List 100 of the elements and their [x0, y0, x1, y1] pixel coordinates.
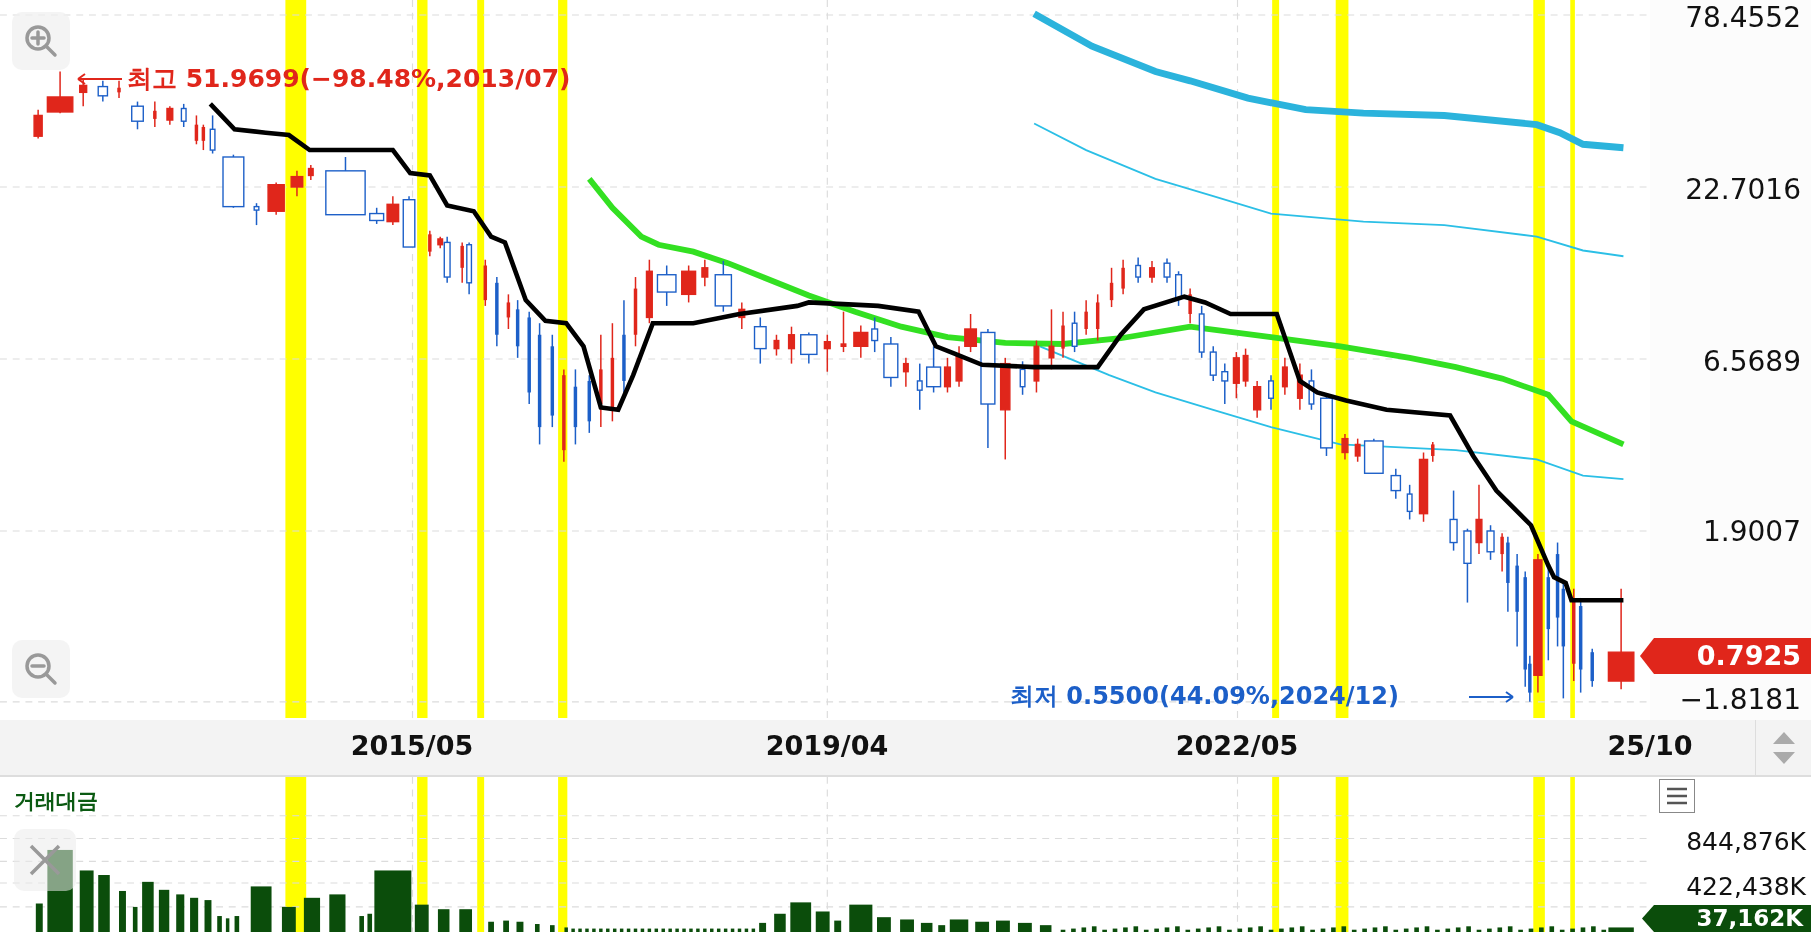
current-volume-badge: 37,162K — [1642, 905, 1811, 932]
volume-panel-title: 거래대금 — [14, 788, 98, 815]
candlestick — [823, 334, 831, 373]
candlestick — [1135, 256, 1142, 284]
candlestick — [515, 299, 520, 359]
price-axis-label: 6.5689 — [1703, 344, 1801, 380]
price-axis-label: 1.9007 — [1703, 514, 1801, 550]
candlestick — [916, 362, 923, 411]
menu-icon — [1665, 786, 1689, 806]
candlestick — [180, 103, 187, 128]
candlestick — [201, 123, 206, 151]
date-axis-label: 25/10 — [1607, 730, 1693, 761]
candlestick — [1019, 360, 1026, 396]
price-axis-label: 78.4552 — [1685, 0, 1801, 36]
candlestick — [1188, 287, 1192, 324]
candlestick — [1500, 532, 1504, 573]
date-axis-label: 2015/05 — [350, 730, 474, 761]
candlestick — [253, 202, 260, 226]
candlestick — [1281, 357, 1288, 396]
candlestick — [495, 276, 499, 348]
candlestick — [1418, 451, 1429, 523]
candlestick — [1121, 259, 1125, 296]
candlestick — [1431, 441, 1435, 463]
candlestick — [633, 276, 638, 348]
candlestick — [1242, 347, 1249, 388]
candlestick — [325, 156, 366, 216]
candlestick — [460, 241, 464, 284]
candlestick — [1406, 484, 1413, 521]
candlestick — [97, 80, 109, 103]
candlestick — [1175, 270, 1183, 307]
candlestick — [307, 164, 314, 181]
candlestick — [466, 241, 473, 296]
candlestick — [587, 374, 591, 434]
candlestick — [773, 334, 780, 357]
candlestick — [871, 316, 879, 353]
arrow-icon — [1466, 690, 1516, 704]
candlestick — [1354, 437, 1361, 463]
candlestick — [701, 259, 709, 288]
candlestick — [1221, 362, 1229, 405]
candlestick — [645, 259, 653, 324]
candlestick — [787, 325, 796, 365]
candlestick — [166, 105, 174, 126]
candlestick — [800, 331, 818, 365]
candlestick — [117, 80, 121, 99]
candlestick — [853, 324, 869, 359]
candlestick — [1033, 339, 1040, 394]
candlestick — [1071, 310, 1078, 353]
candlestick — [1095, 293, 1100, 342]
candlestick — [1449, 489, 1458, 552]
candlestick — [1590, 648, 1594, 688]
candlestick — [222, 153, 245, 209]
candlestick — [840, 310, 847, 353]
candlestick — [194, 114, 199, 146]
date-axis-label: 2022/05 — [1175, 730, 1299, 761]
candlestick — [428, 230, 432, 257]
candlestick — [1475, 484, 1483, 555]
candlestick — [1149, 260, 1155, 284]
candlestick — [753, 316, 767, 365]
price-axis-label: 22.7016 — [1685, 172, 1801, 208]
candlestick — [1363, 437, 1384, 475]
volume-axis-label: 844,876K — [1686, 827, 1806, 857]
candlestick — [506, 293, 511, 330]
menu-button[interactable] — [1659, 779, 1695, 813]
candlestick — [1232, 351, 1240, 399]
candlestick — [483, 259, 488, 307]
price-axis-label: −1.8181 — [1679, 682, 1801, 718]
candlestick — [33, 108, 43, 140]
candlestick — [290, 170, 304, 197]
candlestick — [714, 260, 733, 313]
zoom-in-button[interactable] — [12, 12, 70, 70]
candlestick — [1268, 374, 1274, 411]
candlestick — [153, 100, 157, 128]
volume-axis-label: 422,438K — [1686, 872, 1806, 902]
current-price-badge: 0.7925 — [1640, 638, 1811, 674]
candlestick — [79, 77, 88, 107]
candlestick — [1341, 433, 1349, 461]
candlestick — [131, 100, 144, 131]
zoom-out-button[interactable] — [12, 640, 70, 698]
close-button[interactable] — [14, 829, 76, 891]
candlestick — [1253, 380, 1262, 419]
candlestick — [1163, 257, 1171, 284]
candlestick — [1320, 395, 1333, 457]
candlestick — [1390, 467, 1402, 500]
candlestick — [402, 195, 416, 248]
arrow-icon — [75, 72, 125, 86]
date-axis-label: 2019/04 — [765, 730, 889, 761]
candlestick — [209, 114, 216, 155]
candlestick — [1198, 305, 1205, 359]
candlestick — [883, 336, 899, 388]
candlestick — [1084, 299, 1088, 336]
candlestick — [902, 357, 909, 388]
candlestick — [656, 264, 677, 307]
candlestick — [1209, 345, 1217, 382]
candlestick — [267, 181, 285, 216]
candlestick — [1109, 267, 1114, 308]
candlestick — [1061, 310, 1065, 359]
candlestick — [1486, 524, 1495, 561]
candlestick — [738, 301, 746, 330]
candlestick — [46, 70, 74, 114]
candlestick — [681, 264, 697, 304]
